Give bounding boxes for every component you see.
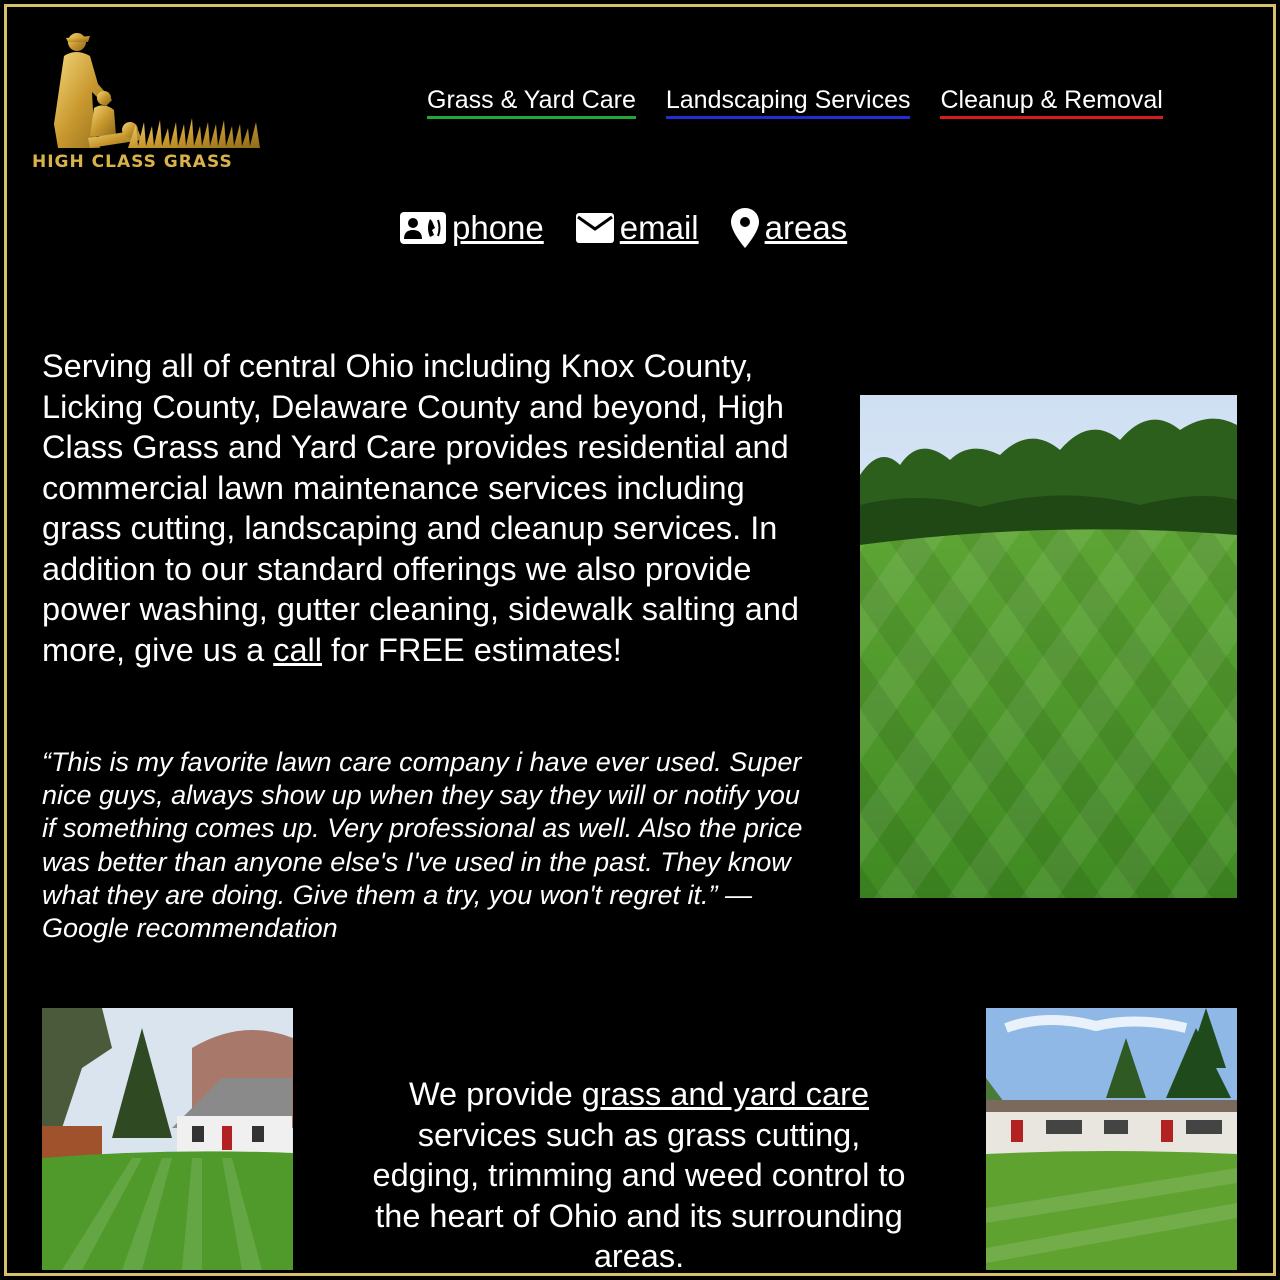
contact-card-icon: [400, 212, 446, 244]
main-nav: Grass & Yard Care Landscaping Services C…: [427, 86, 1163, 119]
nav-item-grass-yard-care[interactable]: Grass & Yard Care: [427, 86, 636, 119]
grass-yard-care-link[interactable]: grass and yard care: [582, 1076, 869, 1112]
envelope-icon: [575, 213, 614, 243]
areas-label: areas: [764, 209, 848, 246]
nav-item-cleanup-removal[interactable]: Cleanup & Removal: [940, 86, 1163, 119]
nav-item-landscaping-services[interactable]: Landscaping Services: [665, 86, 911, 119]
intro-text: Serving all of central Ohio including Kn…: [42, 348, 799, 668]
services-text: We provide: [408, 1076, 582, 1112]
logo-wordmark: HIGH CLASS GRASS: [32, 152, 233, 172]
intro-paragraph: Serving all of central Ohio including Kn…: [42, 346, 812, 670]
areas-link[interactable]: areas: [730, 208, 848, 248]
services-text-end: services such as grass cutting, edging, …: [372, 1116, 906, 1275]
email-label: email: [619, 209, 699, 246]
house-lawn-photo: [42, 1008, 293, 1270]
call-link[interactable]: call: [273, 632, 322, 668]
map-pin-icon: [730, 208, 759, 248]
testimonial-quote: “This is my favorite lawn care company i…: [42, 747, 803, 944]
intro-text-end: for FREE estimates!: [322, 631, 622, 668]
logo[interactable]: HIGH CLASS GRASS: [28, 28, 288, 178]
email-link[interactable]: email: [575, 209, 699, 247]
contact-links: phone email areas: [400, 208, 847, 248]
services-paragraph: We provide grass and yard care services …: [360, 1074, 918, 1277]
phone-label: phone: [452, 209, 544, 246]
lawn-photo: [860, 395, 1237, 898]
ranch-house-lawn-photo: [986, 1008, 1237, 1270]
logo-mascot-icon: [54, 33, 260, 148]
phone-link[interactable]: phone: [400, 209, 544, 247]
